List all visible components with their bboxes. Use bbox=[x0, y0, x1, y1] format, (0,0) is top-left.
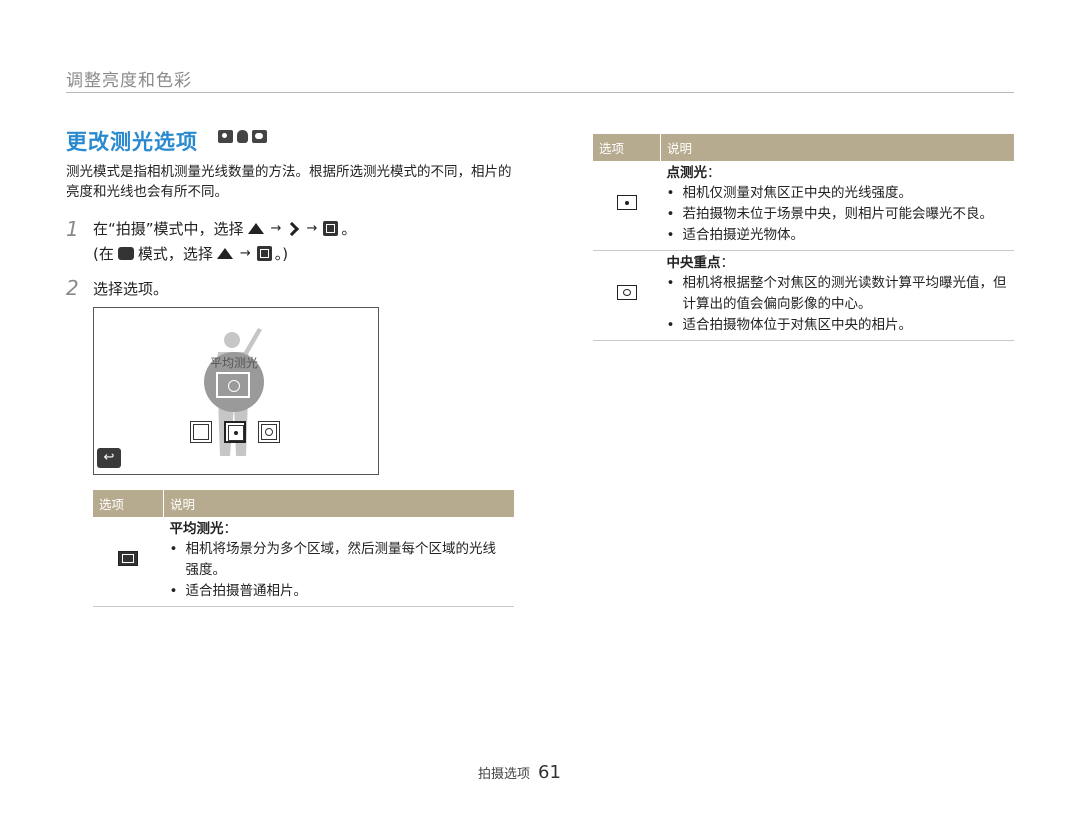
mode-icons bbox=[218, 130, 267, 143]
step-1-line-2: (在 模式，选择 → 。) bbox=[93, 243, 288, 264]
hand-icon bbox=[237, 130, 248, 143]
step-1-end: 。 bbox=[341, 220, 357, 238]
chevron-right-icon bbox=[285, 221, 300, 236]
multi-metering-icon bbox=[118, 551, 139, 566]
page-title: 更改测光选项 bbox=[66, 130, 198, 154]
multi-metering-option[interactable] bbox=[190, 421, 212, 443]
table-row: 中央重点： 相机将根据整个对焦区的测光读数计算平均曝光值，但计算出的值会偏向影像… bbox=[593, 250, 1014, 341]
section-divider bbox=[66, 92, 1014, 93]
bullet-list: 相机将根据整个对焦区的测光读数计算平均曝光值，但计算出的值会偏向影像的中心。 适… bbox=[667, 273, 1009, 336]
options-table-right: 选项 说明 点测光： 相机仅测量对焦区正中央的光线强度。 若拍摄物未位于场景中央… bbox=[593, 134, 1014, 341]
up-arrow-icon bbox=[216, 248, 233, 259]
list-item: 适合拍摄物体位于对焦区中央的相片。 bbox=[667, 315, 1009, 336]
step-2-text: 选择选项。 bbox=[93, 280, 169, 298]
back-button[interactable]: ↩ bbox=[97, 448, 121, 468]
spot-metering-option[interactable] bbox=[224, 421, 246, 443]
list-item: 相机将场景分为多个区域，然后测量每个区域的光线强度。 bbox=[170, 539, 509, 581]
list-item: 相机仅测量对焦区正中央的光线强度。 bbox=[667, 183, 1009, 204]
screen-mode-label: 平均测光 bbox=[210, 356, 259, 370]
table-header-description: 说明 bbox=[163, 490, 514, 517]
arrow: → bbox=[306, 221, 318, 236]
page-number: 61 bbox=[538, 762, 561, 783]
table-header-option: 选项 bbox=[93, 490, 164, 517]
bullet-list: 相机将场景分为多个区域，然后测量每个区域的光线强度。 适合拍摄普通相片。 bbox=[170, 539, 509, 602]
list-item: 适合拍摄普通相片。 bbox=[170, 581, 509, 602]
footer: 拍摄选项 61 bbox=[478, 762, 561, 783]
spot-metering-icon bbox=[616, 195, 637, 210]
movie-icon bbox=[117, 247, 134, 260]
footer-section-label: 拍摄选项 bbox=[478, 767, 531, 782]
row-title: 点测光： bbox=[666, 165, 721, 181]
metering-icon bbox=[256, 246, 272, 261]
row-title: 平均测光： bbox=[169, 521, 238, 537]
step-1-text-b: (在 bbox=[93, 245, 114, 263]
table-row: 平均测光： 相机将场景分为多个区域，然后测量每个区域的光线强度。 适合拍摄普通相… bbox=[93, 517, 514, 607]
list-item: 若拍摄物未位于场景中央，则相片可能会曝光不良。 bbox=[667, 204, 1009, 225]
step-1-text: 在“拍摄”模式中，选择 bbox=[93, 220, 244, 238]
center-weighted-icon bbox=[616, 285, 637, 300]
options-table-left: 选项 说明 平均测光： 相机将场景分为多个区域，然后测量每个区域的光线强度。 适… bbox=[93, 490, 514, 607]
list-item: 适合拍摄逆光物体。 bbox=[667, 225, 1009, 246]
metering-icon bbox=[323, 221, 339, 236]
step-1-number: 1 bbox=[66, 217, 79, 241]
table-row: 点测光： 相机仅测量对焦区正中央的光线强度。 若拍摄物未位于场景中央，则相片可能… bbox=[593, 161, 1014, 251]
multi-metering-large-icon bbox=[216, 372, 250, 398]
step-2-number: 2 bbox=[66, 276, 79, 300]
camera-icon bbox=[218, 130, 233, 143]
table-header-option: 选项 bbox=[593, 134, 661, 161]
center-weighted-option[interactable] bbox=[258, 421, 280, 443]
step-1-line-1: 在“拍摄”模式中，选择 → → 。 bbox=[93, 218, 356, 239]
row-title: 中央重点： bbox=[666, 255, 735, 271]
table-header-description: 说明 bbox=[660, 134, 1014, 161]
list-item: 相机将根据整个对焦区的测光读数计算平均曝光值，但计算出的值会偏向影像的中心。 bbox=[667, 273, 1009, 315]
arrow: → bbox=[239, 246, 251, 261]
step-1-text-c: 模式，选择 bbox=[137, 245, 213, 263]
up-arrow-icon bbox=[247, 223, 264, 234]
intro-text: 测光模式是指相机测量光线数量的方法。根据所选测光模式的不同，相片的亮度和光线也会… bbox=[66, 164, 512, 200]
arrow: → bbox=[270, 221, 282, 236]
section-title: 调整亮度和色彩 bbox=[66, 71, 192, 91]
movie-icon bbox=[252, 130, 267, 143]
step-1-end-b: 。) bbox=[274, 245, 289, 263]
bullet-list: 相机仅测量对焦区正中央的光线强度。 若拍摄物未位于场景中央，则相片可能会曝光不良… bbox=[667, 183, 1009, 246]
camera-screen: 平均测光 ↩ bbox=[93, 307, 379, 475]
